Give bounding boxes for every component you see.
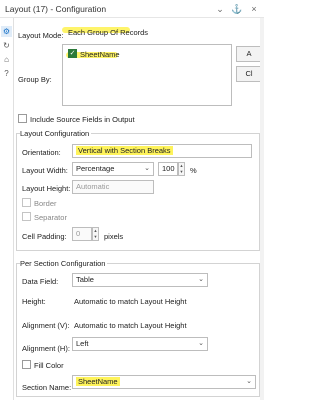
select-all-button[interactable]: A bbox=[236, 46, 262, 62]
chevron-down-icon: ⌄ bbox=[144, 165, 150, 172]
group-by-item-sheetname: SheetName bbox=[80, 50, 120, 59]
group-by-checkbox-sheetname[interactable]: ✓ bbox=[68, 49, 77, 58]
alignment-v-label: Alignment (V): bbox=[22, 321, 70, 330]
border-label: Border bbox=[34, 199, 57, 208]
cell-padding-input[interactable]: 0 bbox=[72, 227, 92, 241]
alignment-h-select[interactable]: Left ⌄ bbox=[72, 337, 208, 351]
section-name-value: SheetName bbox=[76, 377, 120, 386]
scrollbar[interactable] bbox=[260, 18, 264, 400]
layout-width-number-value: 100 bbox=[162, 164, 175, 173]
layout-width-unit: % bbox=[190, 166, 197, 175]
layout-width-stepper[interactable]: ▲ ▼ bbox=[178, 162, 185, 176]
layout-mode-value: Each Group Of Records bbox=[68, 28, 149, 37]
clear-button[interactable]: Cl bbox=[236, 66, 262, 82]
window-title: Layout (17) - Configuration bbox=[5, 4, 107, 14]
close-icon[interactable]: × bbox=[248, 3, 260, 15]
side-rail: ⚙ ↻ ⌂ ? bbox=[0, 18, 14, 400]
include-source-checkbox[interactable] bbox=[18, 114, 27, 123]
data-field-select[interactable]: Table ⌄ bbox=[72, 273, 208, 287]
cell-padding-value: 0 bbox=[76, 229, 81, 238]
circle-arrow-icon[interactable]: ↻ bbox=[1, 40, 12, 51]
alignment-v-value: Automatic to match Layout Height bbox=[74, 321, 187, 330]
gear-icon[interactable]: ⚙ bbox=[1, 26, 12, 37]
layout-width-label: Layout Width: bbox=[22, 166, 68, 175]
layout-width-select[interactable]: Percentage ⌄ bbox=[72, 162, 154, 176]
chevron-down-icon: ⌄ bbox=[198, 340, 204, 347]
fill-color-label: Fill Color bbox=[34, 361, 64, 370]
minimize-icon[interactable]: ⌄ bbox=[214, 3, 226, 15]
section-name-label: Section Name: bbox=[22, 383, 72, 392]
height-label: Height: bbox=[22, 297, 46, 306]
orientation-value: Vertical with Section Breaks bbox=[76, 146, 173, 155]
alignment-h-label: Alignment (H): bbox=[22, 344, 70, 353]
height-value: Automatic to match Layout Height bbox=[74, 297, 187, 306]
question-icon[interactable]: ? bbox=[1, 68, 12, 79]
border-checkbox[interactable] bbox=[22, 198, 31, 207]
per-section-configuration-title: Per Section Configuration bbox=[20, 259, 108, 268]
separator-label: Separator bbox=[34, 213, 67, 222]
chevron-down-icon: ⌄ bbox=[198, 276, 204, 283]
chevron-down-icon: ⌄ bbox=[246, 378, 252, 385]
section-name-select[interactable]: SheetName ⌄ bbox=[72, 375, 256, 389]
title-bar: Layout (17) - Configuration ⌄ ⚓ × bbox=[0, 0, 264, 18]
data-field-label: Data Field: bbox=[22, 277, 59, 286]
separator-checkbox[interactable] bbox=[22, 212, 31, 221]
orientation-label: Orientation: bbox=[22, 148, 61, 157]
cell-padding-unit: pixels bbox=[104, 232, 124, 241]
layout-height-select[interactable]: Automatic bbox=[72, 180, 154, 194]
fill-color-checkbox[interactable] bbox=[22, 360, 31, 369]
tag-icon[interactable]: ⌂ bbox=[1, 54, 12, 65]
data-field-value: Table bbox=[76, 275, 94, 284]
layout-width-number[interactable]: 100 bbox=[158, 162, 178, 176]
pin-icon[interactable]: ⚓ bbox=[231, 3, 243, 15]
alignment-h-value: Left bbox=[76, 339, 89, 348]
cell-padding-label: Cell Padding: bbox=[22, 232, 67, 241]
layout-height-label: Layout Height: bbox=[22, 184, 71, 193]
layout-height-value: Automatic bbox=[76, 182, 110, 191]
group-by-list[interactable]: ✓ SheetName bbox=[62, 44, 232, 106]
orientation-select[interactable]: Vertical with Section Breaks bbox=[72, 144, 252, 158]
layout-mode-label: Layout Mode: bbox=[18, 31, 64, 40]
cell-padding-stepper[interactable]: ▲ ▼ bbox=[92, 227, 99, 241]
include-source-label: Include Source Fields in Output bbox=[30, 115, 135, 124]
layout-width-value: Percentage bbox=[76, 164, 115, 173]
layout-configuration-title: Layout Configuration bbox=[20, 129, 92, 138]
group-by-label: Group By: bbox=[18, 75, 52, 84]
layout-mode-select[interactable]: Each Group Of Records bbox=[64, 26, 226, 40]
